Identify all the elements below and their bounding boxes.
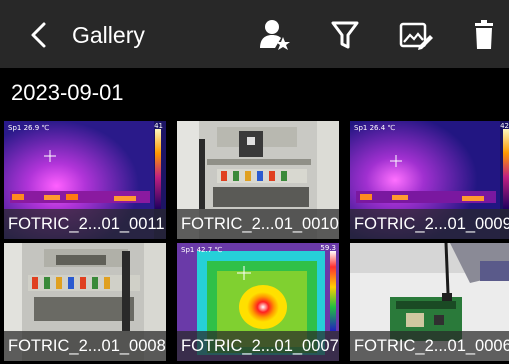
- spot-temperature: Sp1 26.9 ℃: [8, 124, 50, 132]
- top-app-bar: Gallery: [0, 0, 509, 68]
- gallery-thumbnail[interactable]: Sp1 26.4 ℃ 42 FOTRIC_2...01_0009: [350, 121, 509, 239]
- thumbnail-caption-bar: FOTRIC_2...01_0009: [350, 209, 509, 239]
- scale-max-label: 59.3: [320, 244, 336, 252]
- image-edit-icon[interactable]: [395, 16, 435, 54]
- scale-max-label: 42: [500, 122, 509, 130]
- spot-temperature: Sp1 42.7 ℃: [181, 246, 223, 254]
- thumbnail-caption-bar: FOTRIC_2...01_0006: [350, 331, 509, 361]
- spot-temperature: Sp1 26.4 ℃: [354, 124, 396, 132]
- chevron-left-icon[interactable]: [24, 18, 54, 52]
- thumbnail-filename: FOTRIC_2...01_0009: [354, 215, 509, 233]
- thumbnail-filename: FOTRIC_2...01_0007: [181, 337, 339, 355]
- gallery-thumbnail[interactable]: FOTRIC_2...01_0006: [350, 243, 509, 361]
- date-header: 2023-09-01: [11, 80, 124, 105]
- gallery-thumbnail[interactable]: Sp1 26.9 ℃ 41 FOTRIC_2...01_0011: [4, 121, 166, 239]
- thumbnail-caption-bar: FOTRIC_2...01_0011: [4, 209, 166, 239]
- gallery-thumbnail[interactable]: FOTRIC_2...01_0008: [4, 243, 166, 361]
- trash-icon[interactable]: [466, 16, 506, 54]
- thumbnail-filename: FOTRIC_2...01_0011: [8, 215, 165, 233]
- thumbnail-caption-bar: FOTRIC_2...01_0007: [177, 331, 339, 361]
- page-title: Gallery: [72, 22, 145, 48]
- thumbnail-caption-bar: FOTRIC_2...01_0008: [4, 331, 166, 361]
- filter-icon[interactable]: [325, 16, 365, 54]
- gallery-thumbnail[interactable]: Sp1 42.7 ℃ 59.3 FOTRIC_2...01_0007: [177, 243, 339, 361]
- user-star-icon[interactable]: [255, 16, 295, 54]
- thumbnail-caption-bar: FOTRIC_2...01_0010: [177, 209, 339, 239]
- thumbnail-filename: FOTRIC_2...01_0006: [354, 337, 509, 355]
- gallery-thumbnail[interactable]: FOTRIC_2...01_0010: [177, 121, 339, 239]
- scale-max-label: 41: [154, 122, 163, 130]
- thumbnail-filename: FOTRIC_2...01_0008: [8, 337, 166, 355]
- thumbnail-filename: FOTRIC_2...01_0010: [181, 215, 339, 233]
